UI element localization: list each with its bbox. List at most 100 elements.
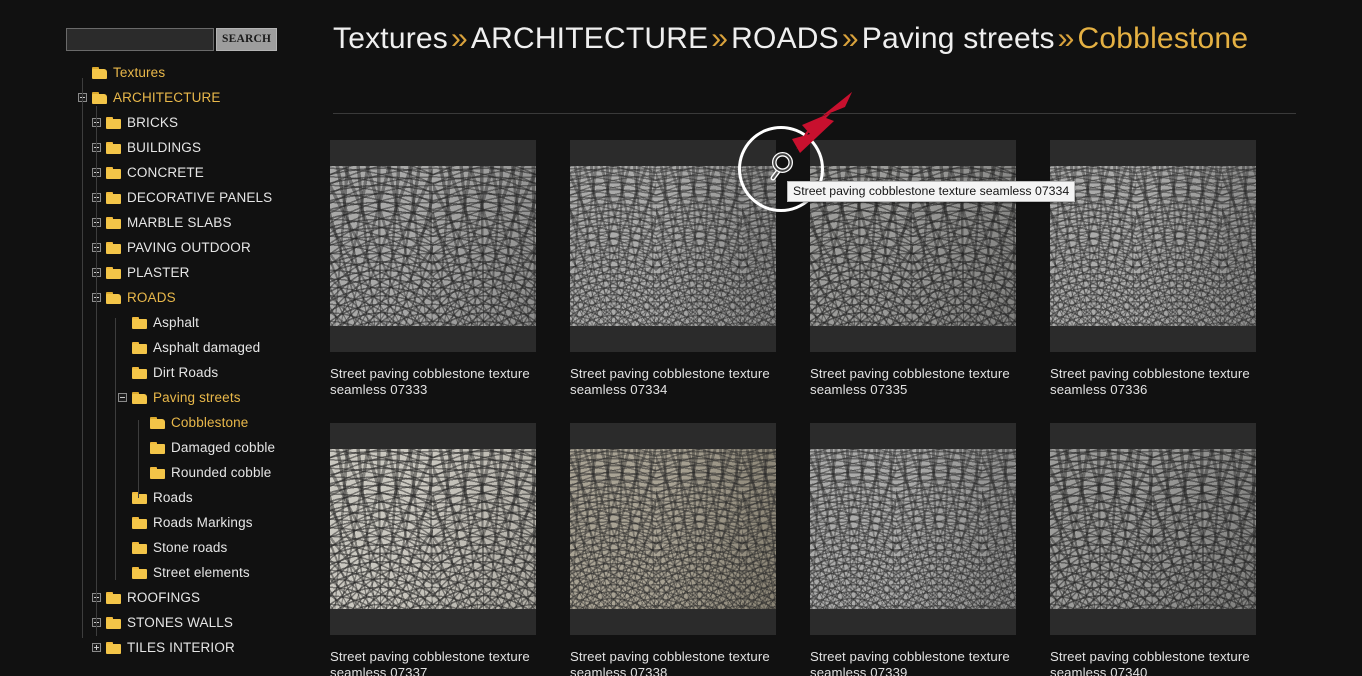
texture-image xyxy=(810,449,1016,609)
tree-item-cobblestone[interactable]: Cobblestone xyxy=(0,410,330,435)
folder-icon xyxy=(132,341,147,354)
texture-card[interactable]: Street paving cobblestone texture seamle… xyxy=(1050,423,1290,676)
tree-item-label: Damaged cobble xyxy=(171,440,276,455)
texture-thumbnail[interactable] xyxy=(810,423,1016,635)
tree-item-architecture[interactable]: ARCHITECTURE xyxy=(0,85,330,110)
breadcrumb: Textures» ARCHITECTURE» ROADS» Paving stree… xyxy=(333,16,1303,61)
breadcrumb-item[interactable]: Textures xyxy=(333,22,448,55)
tree-item-label: Stone roads xyxy=(153,540,228,555)
main-content: Textures» ARCHITECTURE» ROADS» Paving stree… xyxy=(330,0,1362,676)
tree-item-label: STONES WALLS xyxy=(127,615,234,630)
folder-icon xyxy=(106,141,121,154)
tree-item-stone-roads[interactable]: Stone roads xyxy=(0,535,330,560)
search-input[interactable] xyxy=(66,28,214,51)
texture-thumbnail[interactable] xyxy=(570,140,776,352)
tree-item-roads[interactable]: Roads xyxy=(0,485,330,510)
tree-guide-line xyxy=(138,420,139,498)
tree-item-stones-walls[interactable]: STONES WALLS xyxy=(0,610,330,635)
collapse-icon[interactable] xyxy=(118,393,127,402)
folder-icon xyxy=(106,191,121,204)
texture-thumbnail[interactable] xyxy=(330,423,536,635)
texture-card[interactable]: Street paving cobblestone texture seamle… xyxy=(810,140,1050,397)
breadcrumb-item[interactable]: Paving streets xyxy=(862,22,1055,55)
texture-card[interactable]: Street paving cobblestone texture seamle… xyxy=(570,423,810,676)
texture-card[interactable]: Street paving cobblestone texture seamle… xyxy=(330,423,570,676)
texture-image xyxy=(1050,449,1256,609)
texture-card[interactable]: Street paving cobblestone texture seamle… xyxy=(330,140,570,397)
texture-image xyxy=(570,166,776,326)
folder-icon xyxy=(132,516,147,529)
texture-caption[interactable]: Street paving cobblestone texture seamle… xyxy=(570,649,784,676)
folder-icon xyxy=(106,241,121,254)
tree-item-paving-streets[interactable]: Paving streets xyxy=(0,385,330,410)
tree-guide-line xyxy=(115,318,116,580)
hover-tooltip: Street paving cobblestone texture seamle… xyxy=(787,181,1076,202)
tree-item-rounded-cobble[interactable]: Rounded cobble xyxy=(0,460,330,485)
texture-caption[interactable]: Street paving cobblestone texture seamle… xyxy=(330,649,544,676)
texture-card[interactable]: Street paving cobblestone texture seamle… xyxy=(570,140,810,397)
tree-guide-line xyxy=(96,106,97,636)
breadcrumb-separator: » xyxy=(711,22,729,55)
tree-item-decorative-panels[interactable]: DECORATIVE PANELS xyxy=(0,185,330,210)
texture-caption[interactable]: Street paving cobblestone texture seamle… xyxy=(1050,366,1264,397)
texture-caption[interactable]: Street paving cobblestone texture seamle… xyxy=(810,649,1024,676)
texture-caption[interactable]: Street paving cobblestone texture seamle… xyxy=(810,366,1024,397)
expand-icon[interactable] xyxy=(92,643,101,652)
texture-thumbnail[interactable] xyxy=(810,140,1016,352)
tree-item-roads-markings[interactable]: Roads Markings xyxy=(0,510,330,535)
tree-item-label: MARBLE SLABS xyxy=(127,215,232,230)
folder-icon xyxy=(132,541,147,554)
tree-item-label: BUILDINGS xyxy=(127,140,202,155)
breadcrumb-current: Cobblestone xyxy=(1077,22,1249,55)
tree-item-label: Paving streets xyxy=(153,390,241,405)
texture-caption[interactable]: Street paving cobblestone texture seamle… xyxy=(330,366,544,397)
texture-caption[interactable]: Street paving cobblestone texture seamle… xyxy=(1050,649,1264,676)
tree-item-label: ROADS xyxy=(127,290,176,305)
folder-icon xyxy=(106,116,121,129)
tree-item-concrete[interactable]: CONCRETE xyxy=(0,160,330,185)
tree-item-label: Street elements xyxy=(153,565,250,580)
tree-item-plaster[interactable]: PLASTER xyxy=(0,260,330,285)
tree-item-roads[interactable]: ROADS xyxy=(0,285,330,310)
folder-open-icon xyxy=(106,291,121,304)
tree-item-textures[interactable]: Textures xyxy=(0,60,330,85)
tree-item-label: PLASTER xyxy=(127,265,190,280)
breadcrumb-item[interactable]: ROADS xyxy=(731,22,839,55)
texture-card[interactable]: Street paving cobblestone texture seamle… xyxy=(1050,140,1290,397)
breadcrumb-item[interactable]: ARCHITECTURE xyxy=(471,22,708,55)
tree-item-damaged-cobble[interactable]: Damaged cobble xyxy=(0,435,330,460)
texture-image xyxy=(330,449,536,609)
texture-thumbnail[interactable] xyxy=(570,423,776,635)
folder-open-icon xyxy=(92,66,107,79)
tree-item-marble-slabs[interactable]: MARBLE SLABS xyxy=(0,210,330,235)
texture-image xyxy=(330,166,536,326)
texture-thumbnail[interactable] xyxy=(330,140,536,352)
tree-item-asphalt[interactable]: Asphalt xyxy=(0,310,330,335)
tree-item-label: Rounded cobble xyxy=(171,465,272,480)
tree-item-bricks[interactable]: BRICKS xyxy=(0,110,330,135)
folder-open-icon xyxy=(92,91,107,104)
tree-item-label: Asphalt xyxy=(153,315,200,330)
folder-icon xyxy=(132,366,147,379)
texture-thumbnail[interactable] xyxy=(1050,140,1256,352)
search-button[interactable]: SEARCH xyxy=(216,28,278,51)
texture-caption[interactable]: Street paving cobblestone texture seamle… xyxy=(570,366,784,397)
tree-item-street-elements[interactable]: Street elements xyxy=(0,560,330,585)
tree-item-roofings[interactable]: ROOFINGS xyxy=(0,585,330,610)
texture-thumbnail[interactable] xyxy=(1050,423,1256,635)
tree-item-buildings[interactable]: BUILDINGS xyxy=(0,135,330,160)
tree-item-paving-outdoor[interactable]: PAVING OUTDOOR xyxy=(0,235,330,260)
folder-icon xyxy=(106,641,121,654)
texture-card[interactable]: Street paving cobblestone texture seamle… xyxy=(810,423,1050,676)
tree-item-dirt-roads[interactable]: Dirt Roads xyxy=(0,360,330,385)
tree-item-asphalt-damaged[interactable]: Asphalt damaged xyxy=(0,335,330,360)
folder-icon xyxy=(150,441,165,454)
folder-icon xyxy=(106,166,121,179)
tree-item-tiles-interior[interactable]: TILES INTERIOR xyxy=(0,635,330,660)
